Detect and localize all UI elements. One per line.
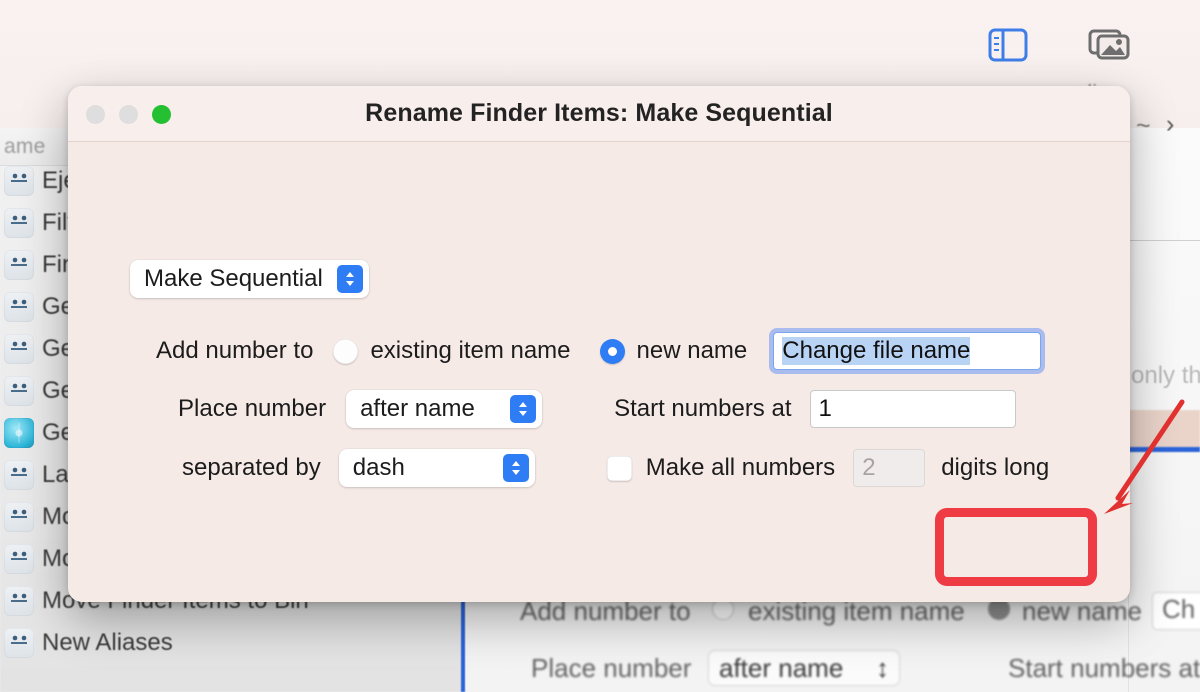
annotation-arrow bbox=[1060, 390, 1200, 530]
action-popup-row: Make Sequential bbox=[130, 260, 369, 298]
close-button[interactable] bbox=[86, 105, 105, 124]
tilde-icon: ~ bbox=[1136, 112, 1151, 141]
new-name-input[interactable]: Change file name bbox=[773, 332, 1041, 370]
add-number-to-row: Add number to existing item name new nam… bbox=[156, 332, 1041, 370]
action-icon bbox=[4, 460, 34, 490]
right-panel-section-divider bbox=[1128, 240, 1200, 241]
ghost-place-number-popup: after name ↕ bbox=[708, 650, 900, 686]
make-all-numbers-checkbox[interactable] bbox=[607, 456, 632, 481]
action-icon bbox=[4, 586, 34, 616]
digits-input[interactable]: 2 bbox=[853, 449, 925, 487]
list-item-label: New Aliases bbox=[42, 629, 173, 657]
action-icon bbox=[4, 628, 34, 658]
action-icon bbox=[4, 376, 34, 406]
chevron-up-down-icon bbox=[337, 265, 363, 293]
add-number-to-label: Add number to bbox=[156, 337, 313, 365]
action-icon bbox=[4, 544, 34, 574]
maximize-button[interactable] bbox=[152, 105, 171, 124]
ghost-start-numbers-label: Start numbers at bbox=[1008, 653, 1200, 684]
action-icon bbox=[4, 334, 34, 364]
separated-by-value: dash bbox=[353, 454, 405, 482]
start-numbers-at-value: 1 bbox=[819, 395, 832, 423]
chevron-up-down-icon bbox=[503, 454, 529, 482]
right-panel-text: only th bbox=[1131, 362, 1200, 390]
start-numbers-at-label: Start numbers at bbox=[614, 395, 791, 423]
make-all-numbers-label: Make all numbers bbox=[646, 454, 835, 482]
traffic-lights bbox=[86, 105, 171, 124]
chevron-up-down-icon bbox=[510, 395, 536, 423]
ghost-new-name-value: Ch bbox=[1162, 594, 1195, 625]
digits-long-label: digits long bbox=[941, 454, 1049, 482]
action-icon bbox=[4, 166, 34, 196]
separated-by-popup[interactable]: dash bbox=[339, 449, 535, 487]
chevron-right-icon: › bbox=[1166, 110, 1174, 139]
radio-existing-item-name-label: existing item name bbox=[370, 337, 570, 365]
action-icon bbox=[4, 208, 34, 238]
screenshot-root: ame Eje Filt Fin Get Get Get Get bbox=[0, 0, 1200, 692]
list-item[interactable]: New Aliases bbox=[0, 622, 462, 664]
action-popup-label: Make Sequential bbox=[144, 265, 323, 293]
place-number-value: after name bbox=[360, 395, 475, 423]
radio-new-name[interactable] bbox=[600, 339, 625, 364]
ghost-place-number-value: after name bbox=[719, 653, 843, 684]
radio-existing-item-name[interactable] bbox=[333, 339, 358, 364]
ghost-chevron-icon: ↕ bbox=[876, 653, 889, 684]
library-column-header-label: ame bbox=[4, 135, 45, 159]
start-numbers-at-input[interactable]: 1 bbox=[810, 390, 1016, 428]
ghost-place-number-label: Place number bbox=[531, 653, 691, 684]
action-icon bbox=[4, 292, 34, 322]
media-icon[interactable] bbox=[1088, 27, 1136, 68]
action-icon bbox=[4, 502, 34, 532]
minimize-button[interactable] bbox=[119, 105, 138, 124]
place-number-label: Place number bbox=[178, 395, 326, 423]
place-number-row: Place number after name Start numbers at… bbox=[178, 390, 1016, 428]
dialog-title: Rename Finder Items: Make Sequential bbox=[68, 99, 1130, 128]
place-number-popup[interactable]: after name bbox=[346, 390, 542, 428]
radio-new-name-label: new name bbox=[637, 337, 748, 365]
action-icon bbox=[4, 250, 34, 280]
new-name-input-value: Change file name bbox=[782, 337, 970, 365]
digits-value: 2 bbox=[862, 454, 875, 482]
globe-icon bbox=[4, 418, 34, 448]
dialog-titlebar: Rename Finder Items: Make Sequential bbox=[68, 86, 1130, 142]
action-popup-button[interactable]: Make Sequential bbox=[130, 260, 369, 298]
library-sidebar-icon[interactable] bbox=[988, 27, 1028, 68]
separated-by-row: separated by dash Make all numbers 2 dig… bbox=[182, 449, 1049, 487]
separated-by-label: separated by bbox=[182, 454, 321, 482]
